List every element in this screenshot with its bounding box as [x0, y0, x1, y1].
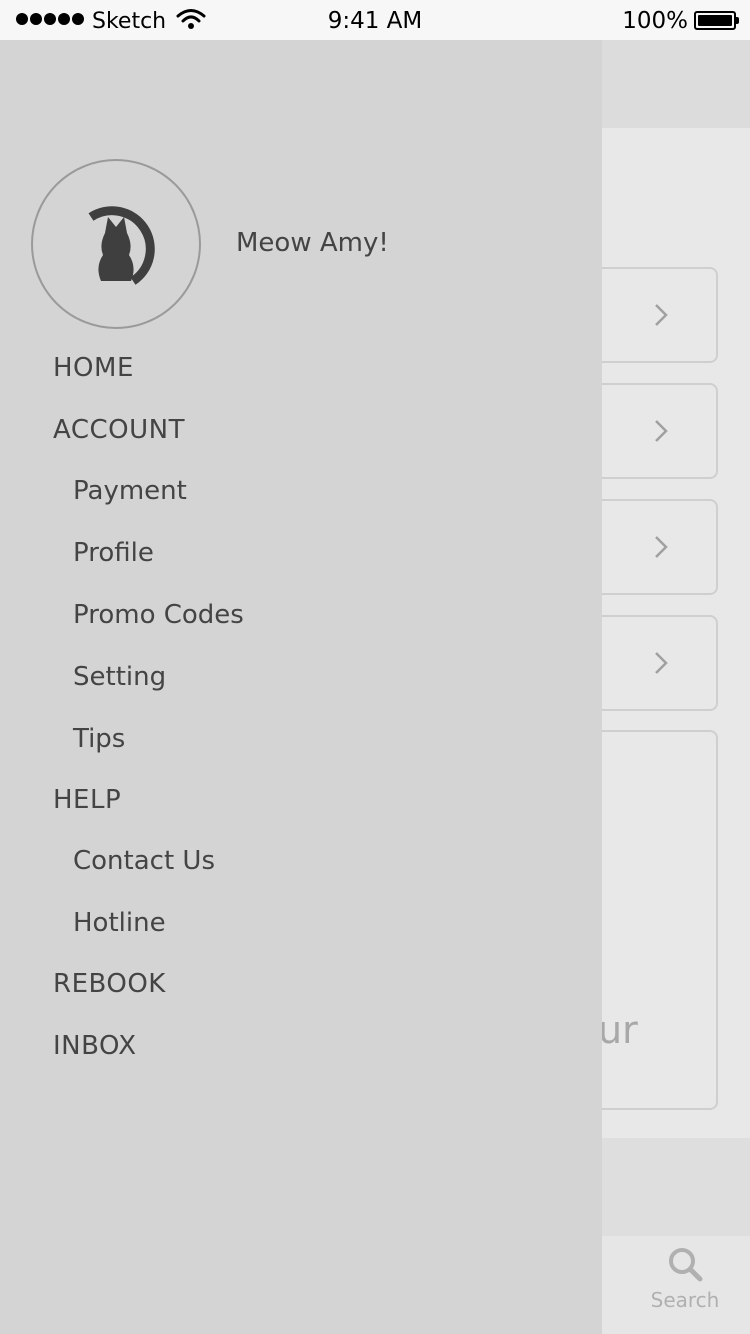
- menu-item-account[interactable]: ACCOUNT: [53, 415, 185, 445]
- tab-search-label: Search: [650, 1288, 720, 1312]
- menu-item-rebook[interactable]: REBOOK: [53, 969, 166, 999]
- chevron-right-icon: [654, 303, 668, 331]
- menu-item-inbox[interactable]: INBOX: [53, 1031, 137, 1061]
- status-bar: Sketch 9:41 AM 100%: [0, 0, 750, 40]
- avatar[interactable]: [31, 159, 201, 329]
- battery-percentage: 100%: [622, 8, 688, 34]
- menu-item-home[interactable]: HOME: [53, 353, 134, 383]
- menu-item-hotline[interactable]: Hotline: [73, 908, 166, 938]
- cat-logo-icon: [61, 187, 171, 301]
- menu-item-payment[interactable]: Payment: [73, 476, 187, 506]
- tab-search[interactable]: Search: [640, 1246, 730, 1326]
- menu-item-profile[interactable]: Profile: [73, 538, 154, 568]
- side-drawer: Meow Amy! HOME ACCOUNT Payment Profile P…: [0, 40, 602, 1334]
- chevron-right-icon: [654, 419, 668, 447]
- search-icon: [667, 1248, 703, 1286]
- chevron-right-icon: [654, 651, 668, 679]
- user-greeting: Meow Amy!: [236, 228, 389, 258]
- menu-item-setting[interactable]: Setting: [73, 662, 166, 692]
- menu-item-tips[interactable]: Tips: [73, 724, 125, 754]
- menu-item-help[interactable]: HELP: [53, 785, 121, 815]
- background-panel-text-fragment: ur: [598, 1008, 638, 1052]
- menu-item-contact-us[interactable]: Contact Us: [73, 846, 215, 876]
- menu-item-promo-codes[interactable]: Promo Codes: [73, 600, 244, 630]
- battery-icon: [694, 11, 739, 30]
- chevron-right-icon: [654, 535, 668, 563]
